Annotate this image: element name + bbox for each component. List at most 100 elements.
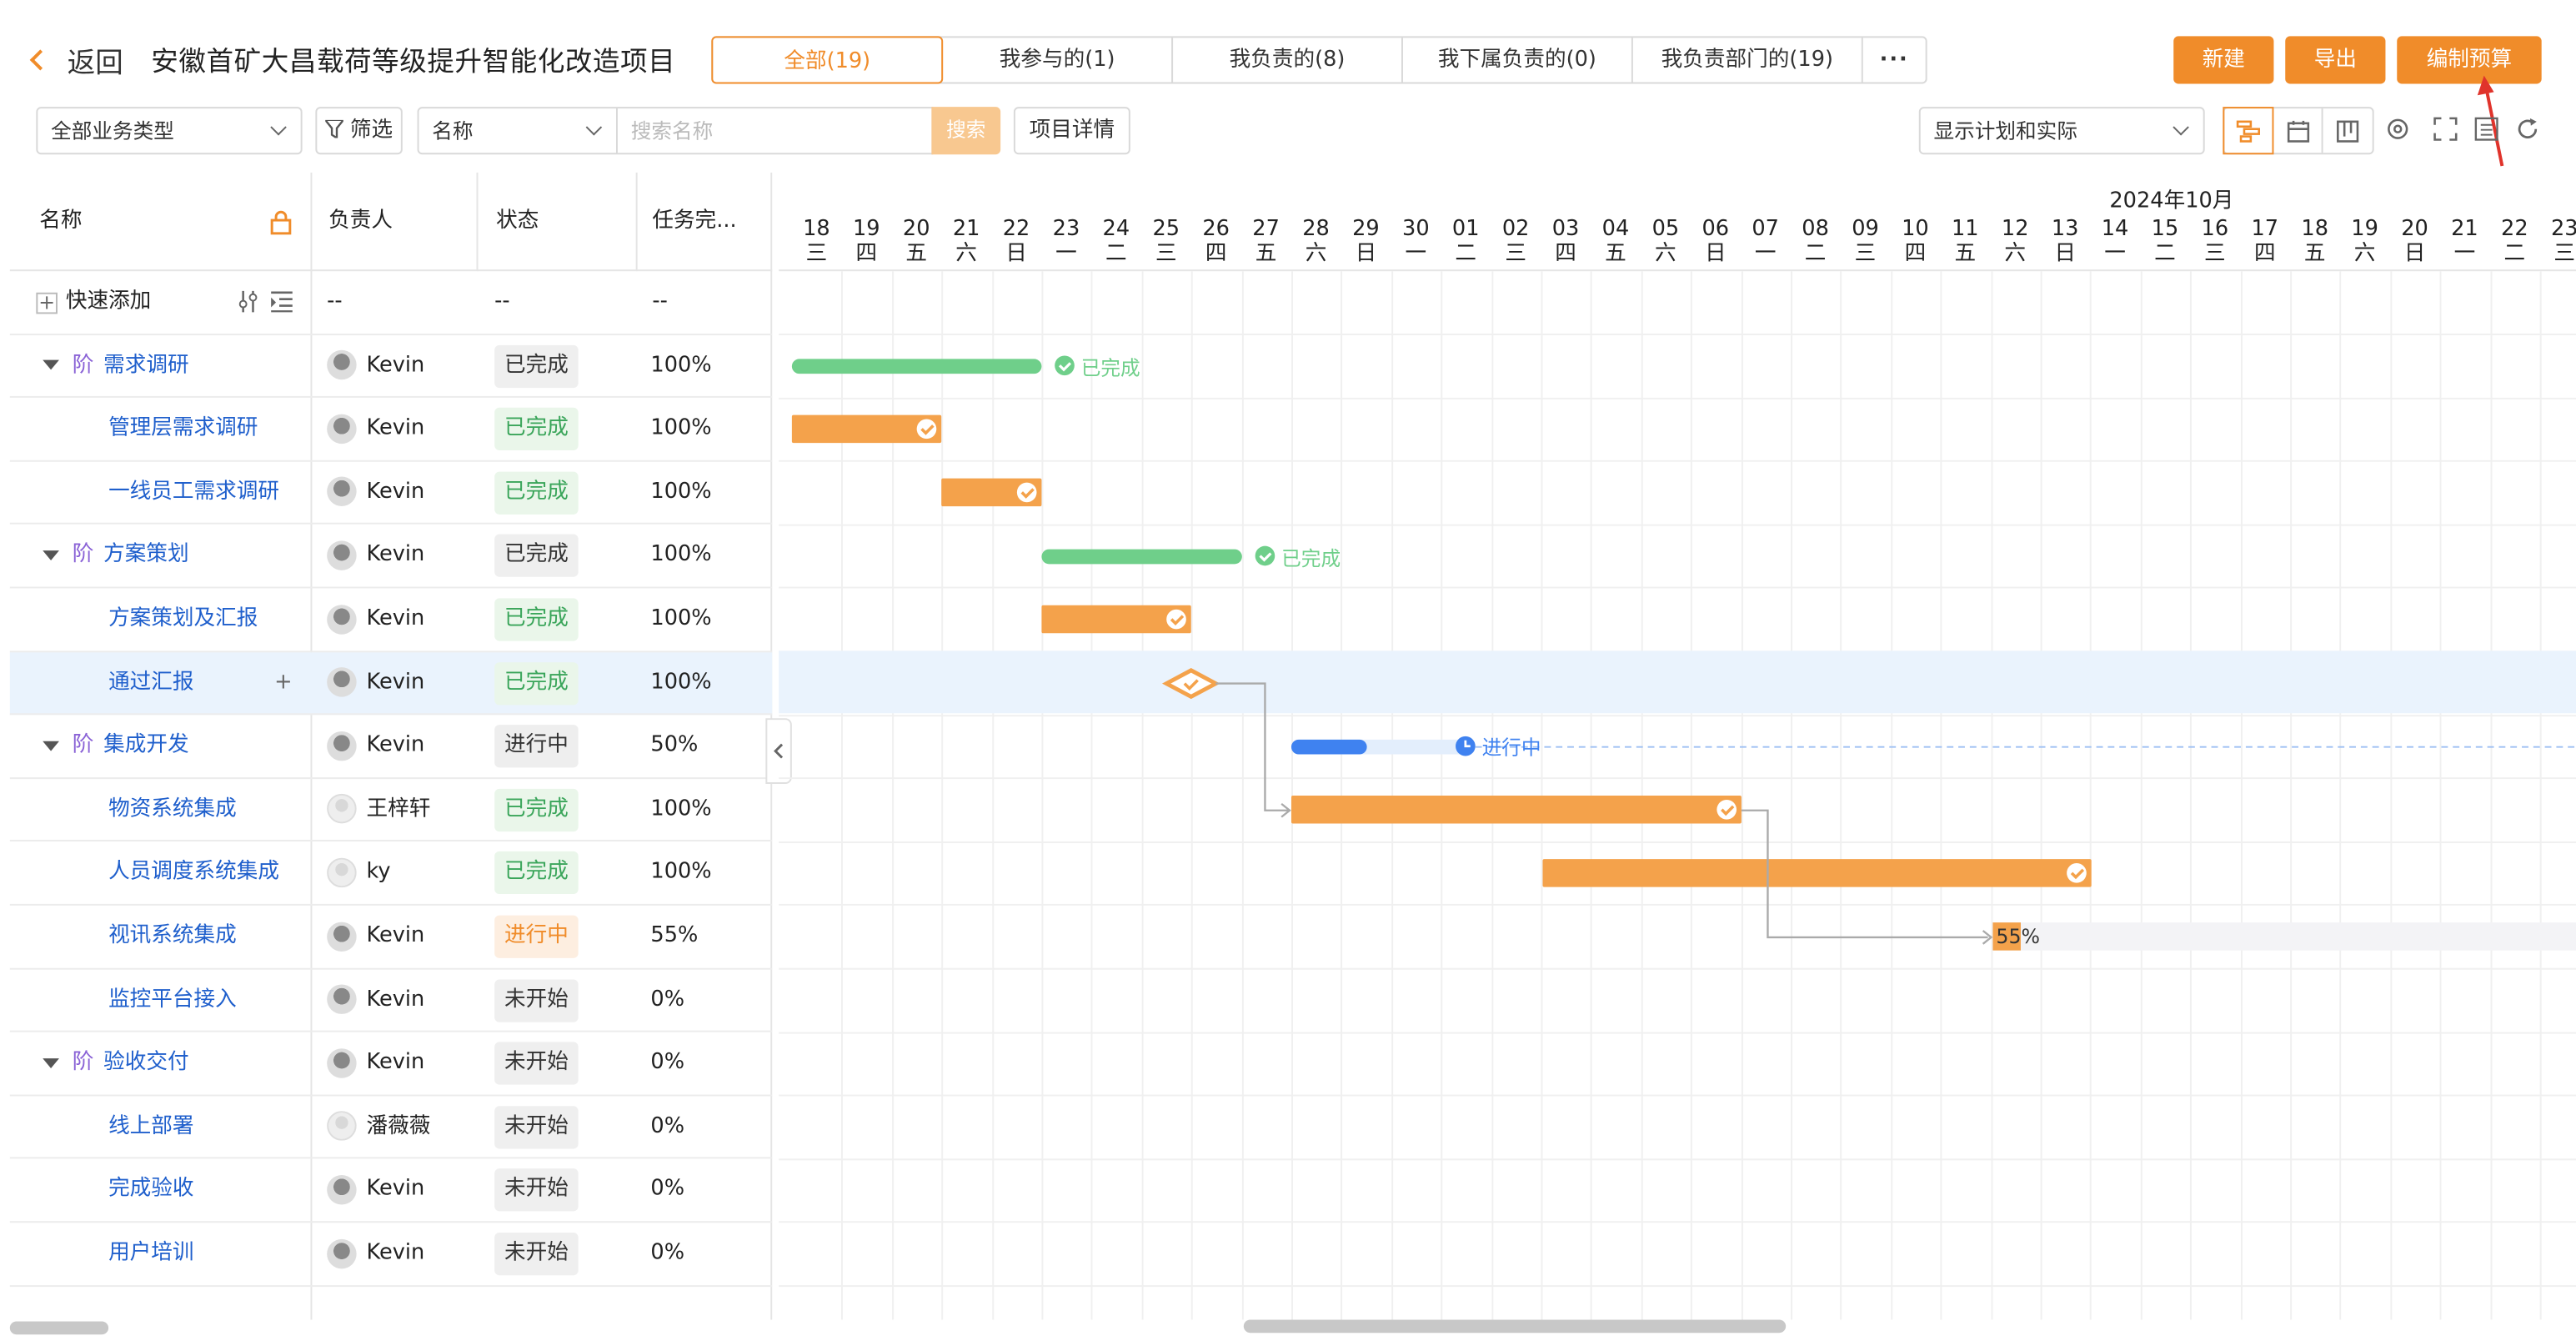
task-row[interactable]: 监控平台接入 Kevin 未开始 0%: [9, 969, 773, 1032]
task-row[interactable]: 人员调度系统集成 ky 已完成 100%: [9, 842, 773, 906]
avatar: [327, 731, 357, 761]
task-name[interactable]: 物资系统集成: [108, 796, 237, 821]
task-name[interactable]: 方案策划及汇报: [108, 606, 258, 631]
task-row[interactable]: 方案策划及汇报 Kevin 已完成 100%: [9, 589, 773, 652]
project-detail-button[interactable]: 项目详情: [1013, 107, 1130, 155]
task-row[interactable]: 用户培训 Kevin 未开始 0%: [9, 1223, 773, 1287]
status-cell: 已完成: [494, 779, 579, 841]
task-name[interactable]: 监控平台接入: [108, 987, 237, 1012]
task-row[interactable]: 管理层需求调研 Kevin 已完成 100%: [9, 398, 773, 462]
back-button[interactable]: 返回: [29, 39, 123, 81]
tab-all[interactable]: 全部(19): [711, 36, 944, 84]
search-input[interactable]: 搜索名称: [617, 107, 934, 155]
settings-icon[interactable]: [2385, 117, 2410, 142]
task-name-cell[interactable]: 阶需求调研: [43, 334, 305, 397]
dependency-connector: [1215, 682, 1289, 811]
caret-down-icon[interactable]: [43, 1057, 59, 1068]
avatar: [327, 984, 357, 1015]
task-name[interactable]: 视讯系统集成: [108, 924, 237, 949]
field-select[interactable]: 名称: [417, 107, 618, 155]
fullscreen-icon[interactable]: [2433, 117, 2458, 142]
task-name-cell[interactable]: 阶验收交付: [43, 1032, 305, 1095]
task-row[interactable]: 物资系统集成 王梓轩 已完成 100%: [9, 779, 773, 842]
task-name[interactable]: 通过汇报: [108, 670, 194, 695]
task-name-cell[interactable]: 阶集成开发: [43, 716, 305, 778]
progress-cell: 0%: [650, 1177, 685, 1203]
status-cell: 已完成: [494, 842, 579, 905]
task-name[interactable]: 一线员工需求调研: [108, 480, 279, 505]
task-name[interactable]: 需求调研: [103, 353, 189, 378]
stage-row[interactable]: 阶集成开发 Kevin 进行中 50%: [9, 716, 773, 779]
tab-department[interactable]: 我负责部门的(19): [1633, 38, 1863, 83]
task-row[interactable]: 一线员工需求调研 Kevin 已完成 100%: [9, 461, 773, 525]
stage-bar-done: [1041, 549, 1242, 565]
budget-button[interactable]: 编制预算: [2397, 36, 2542, 84]
status-cell: 未开始: [494, 1032, 579, 1095]
task-name[interactable]: 人员调度系统集成: [108, 860, 279, 885]
status-badge[interactable]: 进行中: [494, 915, 579, 958]
stage-row[interactable]: 阶验收交付 Kevin 未开始 0%: [9, 1032, 773, 1097]
status-badge[interactable]: 未开始: [494, 1233, 579, 1276]
progress-cell: 0%: [650, 1240, 685, 1266]
plan-mode-select[interactable]: 显示计划和实际: [1918, 107, 2205, 155]
gantt-horizontal-scrollbar[interactable]: [1243, 1319, 1787, 1333]
progress-cell: 50%: [650, 733, 699, 758]
tab-subordinates[interactable]: 我下属负责的(0): [1403, 38, 1633, 83]
task-row[interactable]: 完成验收 Kevin 未开始 0%: [9, 1159, 773, 1223]
status-cell: 未开始: [494, 1159, 579, 1222]
status-badge[interactable]: 已完成: [494, 788, 579, 831]
caret-down-icon[interactable]: [43, 741, 59, 751]
task-row[interactable]: 线上部署 潘薇薇 未开始 0%: [9, 1096, 773, 1160]
owner-name: 王梓轩: [366, 796, 431, 821]
sort-icon[interactable]: [237, 289, 260, 314]
add-subtask-button[interactable]: +: [274, 652, 292, 715]
task-row[interactable]: 通过汇报 + Kevin 已完成 100%: [9, 651, 773, 716]
table-horizontal-scrollbar[interactable]: [9, 1321, 109, 1335]
status-badge[interactable]: 未开始: [494, 978, 579, 1022]
status-badge[interactable]: 已完成: [494, 408, 579, 451]
stage-row[interactable]: 阶方案策划 Kevin 已完成 100%: [9, 525, 773, 589]
status-badge[interactable]: 已完成: [494, 535, 579, 578]
calendar-view-button[interactable]: [2273, 108, 2323, 153]
toolbar: 全部业务类型 筛选 名称 搜索名称 搜索 项目详情 显示计划和实际: [0, 105, 2576, 158]
status-badge[interactable]: 已完成: [494, 598, 579, 641]
export-button[interactable]: 导出: [2285, 36, 2386, 84]
refresh-icon[interactable]: [2515, 117, 2540, 142]
task-name[interactable]: 用户培训: [108, 1241, 194, 1266]
task-name[interactable]: 方案策划: [103, 543, 189, 568]
more-tabs-button[interactable]: ···: [1863, 38, 1926, 82]
status-badge[interactable]: 已完成: [494, 344, 579, 388]
search-button[interactable]: 搜索: [931, 107, 1001, 155]
indent-icon[interactable]: [269, 291, 294, 313]
caret-down-icon[interactable]: [43, 550, 59, 560]
task-name[interactable]: 验收交付: [103, 1051, 189, 1076]
owner-cell: Kevin: [327, 1032, 424, 1095]
milestone-diamond-icon: [1161, 668, 1220, 700]
task-name[interactable]: 完成验收: [108, 1178, 194, 1203]
status-badge[interactable]: 未开始: [494, 1042, 579, 1086]
list-icon[interactable]: [2474, 117, 2499, 142]
new-button[interactable]: 新建: [2173, 36, 2274, 84]
gantt-view-button[interactable]: [2223, 107, 2274, 155]
status-badge[interactable]: 未开始: [494, 1168, 579, 1213]
task-name[interactable]: 线上部署: [108, 1114, 194, 1139]
col-divider: [476, 172, 479, 272]
status-badge[interactable]: 未开始: [494, 1105, 579, 1149]
task-name[interactable]: 集成开发: [103, 733, 189, 758]
caret-down-icon[interactable]: [43, 359, 59, 370]
tab-participated[interactable]: 我参与的(1): [943, 38, 1174, 83]
task-row[interactable]: 视讯系统集成 Kevin 进行中 55%: [9, 906, 773, 969]
filter-button[interactable]: 筛选: [315, 107, 403, 155]
biz-type-select[interactable]: 全部业务类型: [36, 107, 303, 155]
owner-name: Kevin: [366, 1050, 425, 1076]
status-badge[interactable]: 已完成: [494, 471, 579, 515]
task-name[interactable]: 管理层需求调研: [108, 416, 258, 441]
task-name-cell[interactable]: 阶方案策划: [43, 525, 305, 587]
status-badge[interactable]: 已完成: [494, 661, 579, 705]
status-badge[interactable]: 已完成: [494, 851, 579, 895]
lock-icon[interactable]: [269, 210, 293, 235]
board-view-button[interactable]: [2323, 108, 2373, 153]
stage-row[interactable]: 阶需求调研 Kevin 已完成 100%: [9, 334, 773, 399]
tab-responsible[interactable]: 我负责的(8): [1173, 38, 1403, 83]
status-badge[interactable]: 进行中: [494, 725, 579, 768]
